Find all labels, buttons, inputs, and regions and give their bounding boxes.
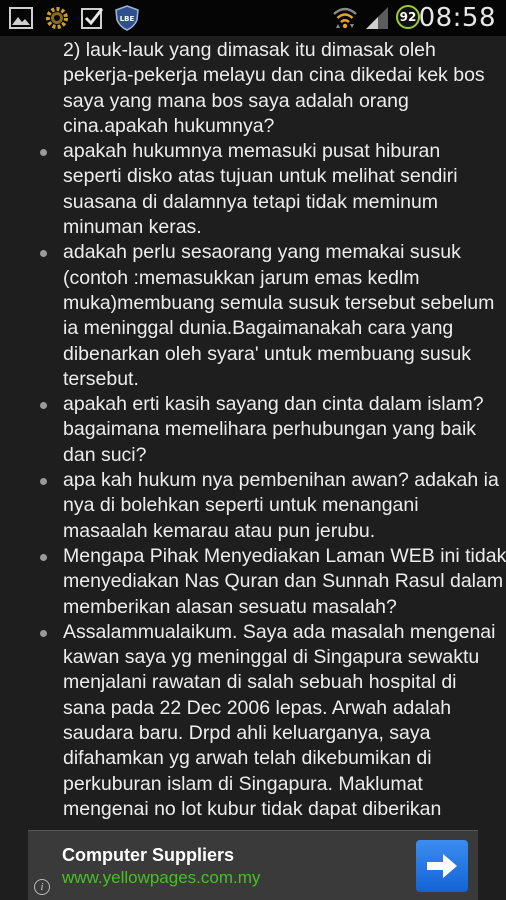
ad-url[interactable]: www.yellowpages.com.my (62, 868, 260, 888)
clock: 08:58 (418, 3, 496, 33)
list-item-text-line: pekerja-pekerja melayu dan cina dikedai … (63, 64, 485, 87)
list-item[interactable]: apakah hukumnya memasuki pusat hiburan se… (0, 139, 506, 240)
list-item-text-line: suasana di dalamnya tetapi tidak meminum (63, 190, 439, 213)
ad-banner[interactable]: Computer Suppliers www.yellowpages.com.m… (28, 830, 478, 900)
signal-icon (364, 5, 390, 31)
bullet-icon (40, 402, 47, 410)
list-item-text-line: saya yang mana bos saya adalah orang (63, 89, 409, 112)
lbe-shield-icon: LBE (114, 5, 140, 31)
bullet-icon (40, 478, 47, 486)
wifi-icon (332, 5, 358, 31)
battery-indicator: 92 (396, 5, 420, 29)
arrow-right-icon (427, 854, 457, 878)
list-item-text-line: difahamkan yg arwah telah dikebumikan di (63, 747, 432, 770)
list-item-text-line: menjalani rawatan di salah sebuah hospit… (63, 671, 457, 694)
list-item-text-line: tersebut. (63, 367, 139, 390)
info-icon[interactable]: i (34, 879, 50, 895)
list-item-text-line: (contoh :memasukkan jarum emas kedlm (63, 266, 420, 289)
checkbox-icon (79, 5, 105, 31)
list-item-text-line: cina.apakah hukumnya? (63, 114, 275, 137)
list-item-text-line: menyediakan Nas Quran dan Sunnah Rasul d… (63, 570, 504, 593)
list-item-text-line: nya di bolehkan seperti untuk menangani (63, 494, 419, 517)
list-item-text-line: perkuburan islam di Singapura. Maklumat (63, 772, 423, 795)
gallery-icon (8, 5, 34, 31)
ad-open-button[interactable] (416, 840, 468, 892)
list-item[interactable]: Mengapa Pihak Menyediakan Laman WEB ini … (0, 544, 506, 620)
app-screen: LBE 92 08:58 2) lauk-lauk yang dimasak i… (0, 0, 506, 900)
list-item-text-line: apakah erti kasih sayang dan cinta dalam… (63, 393, 484, 416)
lbe-label: LBE (120, 15, 135, 23)
status-bar: LBE 92 08:58 (0, 0, 506, 36)
list-item-text-line: dibenarkan oleh syara' untuk membuang su… (63, 342, 472, 365)
list-item-text-line: apakah hukumnya memasuki pusat hiburan (63, 140, 441, 163)
list-item-text-line: apa kah hukum nya pembenihan awan? adaka… (63, 469, 499, 492)
list-item[interactable]: adakah perlu sesaorang yang memakai susu… (0, 240, 506, 392)
list-item-text-line: 2) lauk-lauk yang dimasak itu dimasak ol… (63, 39, 436, 61)
question-list[interactable]: 2) lauk-lauk yang dimasak itu dimasak ol… (0, 38, 506, 822)
list-item-text-line: Mengapa Pihak Menyediakan Laman WEB ini … (63, 544, 506, 567)
list-item-text-line: sana pada 22 Dec 2006 lepas. Arwah adala… (63, 696, 452, 719)
list-item-text-line: ia meninggal dunia.Bagaimanakah cara yan… (63, 317, 454, 340)
list-item-text-line: minuman keras. (63, 216, 202, 239)
list-item[interactable]: 2) lauk-lauk yang dimasak itu dimasak ol… (0, 38, 506, 139)
bullet-icon (40, 553, 47, 561)
list-item-text-line: kawan saya yg meninggal di Singapura sew… (63, 646, 480, 669)
list-item-text-line: seperti disko atas tujuan untuk melihat … (63, 165, 458, 188)
list-item-text-line: Assalammualaikum. Saya ada masalah menge… (63, 620, 496, 643)
list-item[interactable]: Assalammualaikum. Saya ada masalah menge… (0, 620, 506, 822)
bullet-icon (40, 149, 47, 157)
list-item[interactable]: apakah erti kasih sayang dan cinta dalam… (0, 392, 506, 468)
list-item-text-line: adakah perlu sesaorang yang memakai susu… (63, 241, 461, 264)
list-item-text-line: saudara baru. Drpd ahli keluarganya, say… (63, 722, 431, 745)
ad-title[interactable]: Computer Suppliers (62, 845, 234, 866)
list-item-text-line: memberikan alasan sesuatu masalah? (63, 595, 397, 618)
settings-gear-icon (44, 5, 70, 31)
list-item[interactable]: apa kah hukum nya pembenihan awan? adaka… (0, 468, 506, 544)
bullet-icon (40, 250, 47, 258)
bullet-icon (40, 629, 47, 637)
list-item-text-line: mengenai no lot kubur tidak dapat diberi… (63, 797, 442, 820)
list-item-text-line: bagaimana memelihara perhubungan yang ba… (63, 418, 477, 441)
list-item-text-line: muka)membuang semula susuk tersebut sebe… (63, 291, 495, 314)
list-item-text-line: masaalah kemarau atau pun jerubu. (63, 519, 376, 542)
list-item-text-line: dan suci? (63, 443, 147, 466)
